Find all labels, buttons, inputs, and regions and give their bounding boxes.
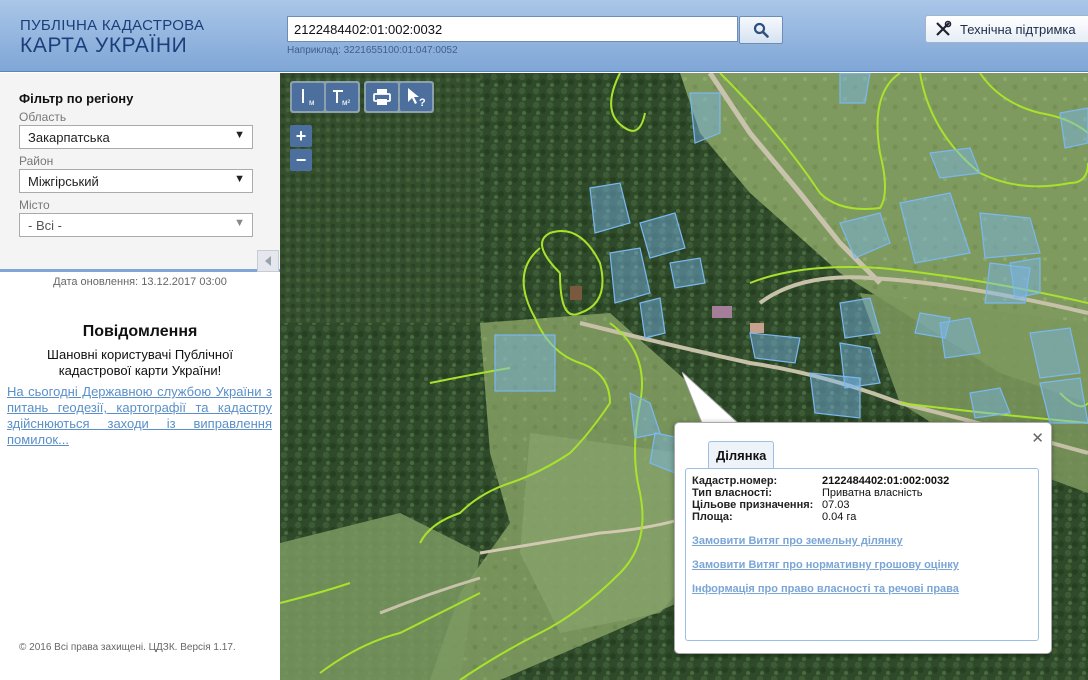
search-icon [753, 22, 769, 38]
popup-pointer [682, 372, 740, 424]
purpose-label: Цільове призначення: [692, 499, 814, 511]
rayon-value: Міжгірський [28, 174, 99, 189]
order-valuation-link[interactable]: Замовити Витяг про нормативну грошову оц… [692, 559, 959, 571]
city-label: Місто [19, 198, 50, 212]
dropdown-arrow-icon: ▼ [234, 129, 245, 141]
rayon-select[interactable]: Міжгірський ▼ [19, 169, 253, 193]
oblast-select[interactable]: Закарпатська ▼ [19, 125, 253, 149]
zoom-control: + − [290, 125, 312, 171]
order-extract-link[interactable]: Замовити Витяг про земельну ділянку [692, 535, 903, 547]
support-button[interactable]: Технічна підтримка [925, 15, 1088, 43]
logo-line2: КАРТА УКРАЇНИ [20, 34, 188, 57]
notice-link[interactable]: На сьогодні Державною службою України з … [7, 384, 272, 448]
cadastral-value: 2122484402:01:002:0032 [822, 475, 950, 487]
region-filter: Фільтр по регіону Область Закарпатська ▼… [0, 73, 280, 272]
city-select[interactable]: - Всі - ▼ [19, 213, 253, 237]
search-example: Наприклад: 3221655100:01:047:0052 [287, 45, 458, 56]
search-button[interactable] [739, 16, 783, 44]
dropdown-arrow-icon: ▼ [234, 173, 245, 185]
notice-title: Повідомлення [82, 323, 198, 340]
measure-length-button[interactable]: м [292, 83, 324, 111]
printer-icon [373, 89, 391, 105]
cadastral-label: Кадастр.номер: [692, 475, 778, 487]
zoom-out-button[interactable]: − [290, 149, 312, 171]
rayon-label: Район [19, 154, 54, 168]
chevron-left-icon [265, 256, 271, 266]
parcel-popup: ✕ Ділянка Кадастр.номер: 2122484402:01:0… [674, 422, 1052, 654]
ownership-value: Приватна власність [822, 487, 923, 499]
zoom-in-button[interactable]: + [290, 125, 312, 147]
measure-area-button[interactable]: м² [326, 83, 358, 111]
sidebar: Фільтр по регіону Область Закарпатська ▼… [0, 73, 280, 680]
misc-tools: ? [364, 81, 434, 113]
parcel-info: Кадастр.номер: 2122484402:01:002:0032 Ти… [685, 468, 1039, 641]
ruler-area-icon: м² [333, 90, 351, 107]
city-value: - Всі - [28, 218, 62, 233]
filter-title: Фільтр по регіону [19, 91, 134, 106]
copyright: © 2016 Всі права захищені. ЦДЗК. Версія … [19, 642, 236, 653]
cursor-question-icon: ? [408, 88, 426, 107]
ownership-label: Тип власності: [692, 487, 773, 499]
svg-text:м: м [309, 98, 315, 107]
notice-text: Шановні користувачі Публічної кадастрово… [47, 347, 233, 378]
oblast-label: Область [19, 110, 67, 124]
area-label: Площа: [692, 511, 733, 523]
ruler-length-icon: м [302, 89, 315, 107]
update-date: Дата оновлення: 13.12.2017 03:00 [53, 276, 227, 288]
ownership-info-link[interactable]: Інформація про право власності та речові… [692, 583, 959, 595]
tab-parcel[interactable]: Ділянка [708, 441, 775, 469]
dropdown-arrow-icon: ▼ [234, 217, 245, 229]
header: ПУБЛІЧНА КАДАСТРОВА КАРТА УКРАЇНИ Наприк… [0, 0, 1088, 72]
tools-icon [936, 20, 952, 36]
purpose-value: 07.03 [822, 499, 850, 511]
measure-tools: м м² [290, 81, 360, 113]
svg-text:м²: м² [342, 98, 351, 107]
logo-line1: ПУБЛІЧНА КАДАСТРОВА [20, 17, 205, 34]
oblast-value: Закарпатська [28, 130, 110, 145]
collapse-sidebar-button[interactable] [257, 250, 279, 272]
area-value: 0.04 га [822, 511, 857, 523]
map-toolbar: м м² ? [290, 81, 438, 113]
svg-text:?: ? [419, 97, 426, 107]
identify-button[interactable]: ? [400, 83, 432, 111]
logo[interactable]: ПУБЛІЧНА КАДАСТРОВА КАРТА УКРАЇНИ [20, 18, 204, 56]
search-input[interactable] [287, 16, 738, 42]
close-icon[interactable]: ✕ [1031, 429, 1044, 447]
support-label: Технічна підтримка [960, 21, 1076, 37]
print-button[interactable] [366, 83, 398, 111]
map-view[interactable]: м м² ? + − ✕ Ділянка Кадастр.номер: 2122… [280, 73, 1088, 680]
